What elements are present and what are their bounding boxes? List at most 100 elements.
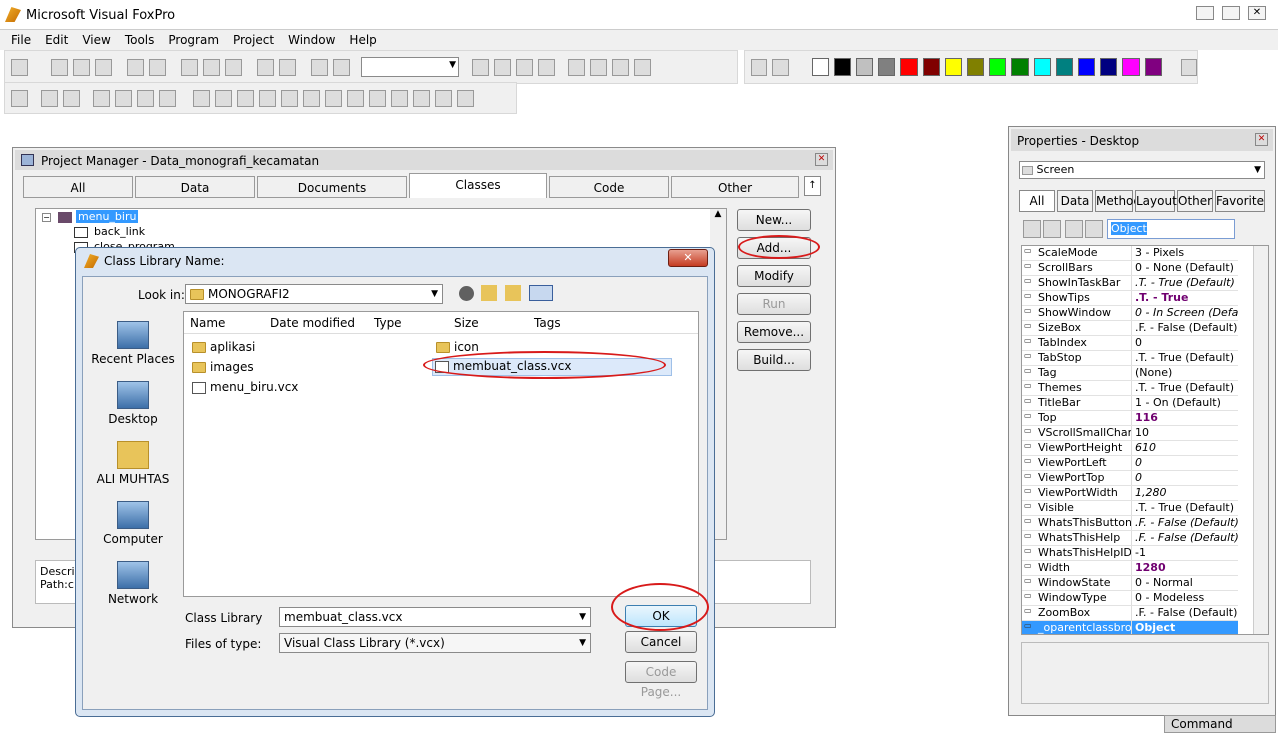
- database-combo[interactable]: ▼: [361, 57, 459, 77]
- col-size[interactable]: Size: [454, 316, 479, 330]
- property-value[interactable]: 116: [1132, 411, 1238, 425]
- files-of-type-combo[interactable]: Visual Class Library (*.vcx) ▼: [279, 633, 591, 653]
- close-button[interactable]: ✕: [1248, 6, 1266, 20]
- property-row[interactable]: ▭ _oparentclassbrow Object: [1022, 621, 1238, 634]
- back-icon[interactable]: [459, 286, 474, 301]
- run-button[interactable]: Run: [737, 293, 811, 315]
- new-file-icon[interactable]: [51, 58, 68, 76]
- property-row[interactable]: ▭ ViewPortWidth 1,280: [1022, 486, 1238, 501]
- toolbox-icon[interactable]: [568, 58, 585, 76]
- property-row[interactable]: ▭ TabStop .T. - True (Default): [1022, 351, 1238, 366]
- property-row[interactable]: ▭ ScaleMode 3 - Pixels: [1022, 246, 1238, 261]
- color-swatch[interactable]: [1077, 58, 1096, 76]
- color-swatch[interactable]: [833, 58, 851, 76]
- tab-order-icon[interactable]: [11, 89, 28, 107]
- property-row[interactable]: ▭ ZoomBox .F. - False (Default): [1022, 606, 1238, 621]
- prop-tab-favorites[interactable]: Favorite: [1215, 190, 1265, 212]
- same-size-icon[interactable]: [369, 89, 386, 107]
- color-swatch[interactable]: [1055, 58, 1073, 76]
- property-value[interactable]: 0: [1132, 471, 1238, 485]
- tab-other[interactable]: Other: [671, 176, 799, 198]
- align-left-icon[interactable]: [193, 89, 210, 107]
- property-row[interactable]: ▭ ShowInTaskBar .T. - True (Default): [1022, 276, 1238, 291]
- center-horizontally-icon[interactable]: [391, 89, 408, 107]
- function-icon[interactable]: [1065, 220, 1083, 238]
- project-icon[interactable]: [11, 58, 28, 76]
- tab-all[interactable]: All: [23, 176, 133, 198]
- align-top-icon[interactable]: [237, 89, 254, 107]
- property-value[interactable]: .F. - False (Default): [1132, 321, 1238, 335]
- undo-icon[interactable]: [257, 58, 274, 76]
- foreground-color-icon[interactable]: [751, 58, 768, 76]
- object-combo[interactable]: Screen ▼: [1019, 161, 1265, 179]
- up-folder-icon[interactable]: [481, 285, 497, 301]
- align-bottom-icon[interactable]: [259, 89, 276, 107]
- send-to-back-icon[interactable]: [457, 89, 474, 107]
- menu-item-view[interactable]: View: [75, 33, 117, 47]
- tab-classes[interactable]: Classes: [409, 173, 547, 198]
- property-value[interactable]: .T. - True (Default): [1132, 381, 1238, 395]
- project-close-icon[interactable]: ✕: [815, 153, 828, 166]
- tab-documents[interactable]: Documents: [257, 176, 407, 198]
- color-wheel-icon[interactable]: [115, 89, 132, 107]
- color-swatch[interactable]: [900, 58, 918, 76]
- place-user[interactable]: ALI MUHTAS: [89, 441, 177, 486]
- property-row[interactable]: ▭ WhatsThisButton .F. - False (Default): [1022, 516, 1238, 531]
- prop-tab-layout[interactable]: Layout: [1135, 190, 1177, 212]
- remove-button[interactable]: Remove...: [737, 321, 811, 343]
- property-row[interactable]: ▭ ShowWindow0 - In Screen (Default): [1022, 306, 1238, 321]
- property-value[interactable]: .T. - True (Default): [1132, 276, 1238, 290]
- color-swatch[interactable]: [1122, 58, 1140, 76]
- property-row[interactable]: ▭ Visible .T. - True (Default): [1022, 501, 1238, 516]
- file-item-menu-biru[interactable]: menu_biru.vcx: [192, 380, 298, 394]
- property-value[interactable]: .F. - False (Default): [1132, 606, 1238, 620]
- property-value[interactable]: .T. - True (Default): [1132, 351, 1238, 365]
- document-view-icon[interactable]: [590, 58, 607, 76]
- property-value[interactable]: .T. - True (Default): [1132, 501, 1238, 515]
- property-row[interactable]: ▭ WhatsThisHelp .F. - False (Default): [1022, 531, 1238, 546]
- property-value[interactable]: 0 - Normal: [1132, 576, 1238, 590]
- col-tags[interactable]: Tags: [534, 316, 561, 330]
- new-button[interactable]: New...: [737, 209, 811, 231]
- cancel-edit-icon[interactable]: [1023, 220, 1041, 238]
- property-row[interactable]: ▭ TitleBar 1 - On (Default): [1022, 396, 1238, 411]
- modify-form-icon[interactable]: [333, 58, 350, 76]
- print-icon[interactable]: [127, 58, 144, 76]
- color-swatch[interactable]: [1011, 58, 1029, 76]
- property-row[interactable]: ▭ ViewPortTop 0: [1022, 471, 1238, 486]
- new-folder-icon[interactable]: [505, 285, 521, 301]
- collapse-button[interactable]: ↑: [804, 176, 821, 196]
- tools-icon[interactable]: [93, 89, 110, 107]
- copy-icon[interactable]: [203, 58, 220, 76]
- property-value[interactable]: -1: [1132, 546, 1238, 560]
- property-row[interactable]: ▭ Themes .T. - True (Default): [1022, 381, 1238, 396]
- modify-button[interactable]: Modify: [737, 265, 811, 287]
- prop-tab-methods[interactable]: Methoc: [1095, 190, 1140, 212]
- property-value[interactable]: .F. - False (Default): [1132, 516, 1238, 530]
- property-value[interactable]: 0 - None (Default): [1132, 261, 1238, 275]
- menu-item-window[interactable]: Window: [281, 33, 342, 47]
- color-swatch[interactable]: [944, 58, 962, 76]
- place-desktop[interactable]: Desktop: [89, 381, 177, 426]
- center-vertically-icon[interactable]: [413, 89, 430, 107]
- properties-close-icon[interactable]: ✕: [1255, 133, 1268, 146]
- property-row[interactable]: ▭ ViewPortLeft 0: [1022, 456, 1238, 471]
- property-grid-scrollbar[interactable]: [1253, 246, 1268, 634]
- property-value[interactable]: 0 - In Screen (Default): [1132, 306, 1238, 320]
- run-icon[interactable]: [311, 58, 328, 76]
- property-row[interactable]: ▭ Tag (None): [1022, 366, 1238, 381]
- properties-window-icon[interactable]: [516, 58, 533, 76]
- layout-icon[interactable]: [137, 89, 154, 107]
- print-preview-icon[interactable]: [149, 58, 166, 76]
- property-value[interactable]: 0: [1132, 456, 1238, 470]
- place-computer[interactable]: Computer: [89, 501, 177, 546]
- same-height-icon[interactable]: [347, 89, 364, 107]
- code-window-icon[interactable]: [538, 58, 555, 76]
- bring-to-front-icon[interactable]: [435, 89, 452, 107]
- align-right-icon[interactable]: [215, 89, 232, 107]
- property-row[interactable]: ▭ ViewPortHeight 610: [1022, 441, 1238, 456]
- color-swatch[interactable]: [989, 58, 1007, 76]
- builder-icon[interactable]: [634, 58, 651, 76]
- color-swatch[interactable]: [1144, 58, 1162, 76]
- property-value[interactable]: 0 - Modeless: [1132, 591, 1238, 605]
